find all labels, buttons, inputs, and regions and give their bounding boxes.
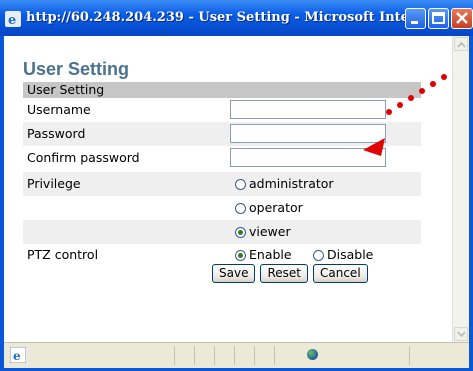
status-separator	[409, 346, 410, 365]
close-button[interactable]	[451, 8, 473, 29]
title-bar[interactable]: e http://60.248.204.239 - User Setting -…	[0, 0, 473, 36]
maximize-button[interactable]	[428, 8, 449, 29]
password-row: Password	[23, 122, 421, 146]
svg-text:e: e	[13, 349, 21, 363]
ptz-label: PTZ control	[27, 247, 99, 262]
privilege-label: Privilege	[27, 176, 81, 191]
save-button[interactable]: Save	[212, 264, 256, 283]
radio-unchecked-icon	[235, 178, 246, 190]
ie-page-icon: e	[10, 347, 26, 363]
scroll-down-button[interactable]	[454, 327, 468, 341]
minimize-icon	[411, 21, 418, 24]
status-separator	[274, 346, 275, 365]
password-label: Password	[27, 126, 86, 141]
window-title: http://60.248.204.239 - User Setting - M…	[26, 10, 423, 25]
chevron-down-icon	[457, 331, 466, 338]
privilege-viewer-label: viewer	[249, 224, 291, 239]
privilege-administrator-label: administrator	[249, 176, 334, 191]
page-content: User Setting User Setting Username Passw…	[4, 36, 469, 342]
close-icon	[456, 12, 468, 24]
minimize-button[interactable]	[405, 8, 426, 29]
annotation-dot	[386, 109, 392, 115]
confirm-password-row: Confirm password	[23, 146, 421, 170]
arrowhead-icon	[363, 138, 385, 156]
radio-unchecked-icon	[235, 202, 246, 214]
privilege-row: Privilege administrator	[23, 172, 421, 196]
privilege-operator-row: operator	[23, 196, 421, 220]
maximize-icon	[432, 12, 445, 24]
svg-text:e: e	[8, 13, 16, 28]
privilege-viewer-row: viewer	[23, 220, 421, 244]
privilege-operator-radio[interactable]: operator	[235, 196, 303, 220]
status-bar: e	[4, 342, 469, 368]
privilege-viewer-radio[interactable]: viewer	[235, 220, 291, 244]
reset-button[interactable]: Reset	[260, 264, 308, 283]
status-separator	[174, 346, 175, 365]
ptz-row: PTZ control Enable Disable	[23, 244, 421, 266]
username-label: Username	[27, 102, 91, 117]
status-separator	[254, 346, 255, 365]
username-row: Username	[23, 98, 421, 122]
form-buttons: Save Reset Cancel	[212, 264, 368, 283]
section-header: User Setting	[23, 82, 421, 98]
page-title: User Setting	[23, 59, 130, 79]
annotation-dot	[408, 95, 414, 101]
chevron-up-icon	[457, 41, 466, 48]
internet-zone-icon	[307, 349, 318, 360]
privilege-operator-label: operator	[249, 200, 303, 215]
annotation-dot	[419, 88, 425, 94]
radio-checked-icon	[235, 226, 246, 238]
confirm-password-label: Confirm password	[27, 150, 140, 165]
username-input[interactable]	[230, 100, 386, 119]
vertical-scrollbar[interactable]	[452, 36, 469, 342]
status-separator	[214, 346, 215, 365]
privilege-administrator-radio[interactable]: administrator	[235, 172, 334, 196]
ie-logo-icon: e	[5, 11, 21, 28]
status-separator	[234, 346, 235, 365]
scroll-up-button[interactable]	[454, 37, 468, 51]
annotation-dot	[441, 74, 447, 80]
annotation-dot	[397, 102, 403, 108]
status-separator	[194, 346, 195, 365]
annotation-dot	[430, 81, 436, 87]
cancel-button[interactable]: Cancel	[313, 264, 368, 283]
browser-window: e http://60.248.204.239 - User Setting -…	[0, 0, 473, 371]
section-header-label: User Setting	[27, 82, 105, 97]
radio-unchecked-icon	[313, 249, 324, 261]
radio-checked-icon	[235, 249, 246, 261]
